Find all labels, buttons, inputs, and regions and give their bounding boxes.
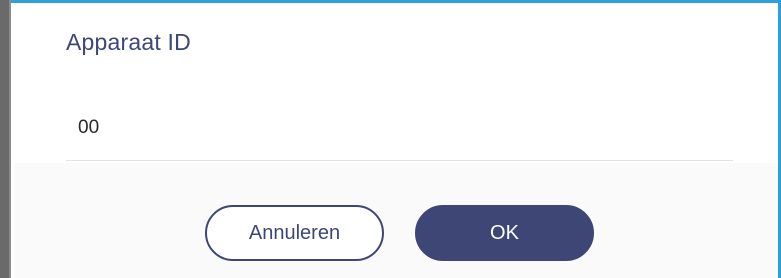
dialog-frame: Apparaat ID 00 Annuleren OK bbox=[0, 0, 781, 278]
device-id-dialog: Apparaat ID 00 Annuleren OK bbox=[14, 3, 778, 278]
device-id-field[interactable]: 00 bbox=[66, 99, 733, 161]
frame-left-edge bbox=[0, 0, 11, 278]
dialog-title: Apparaat ID bbox=[66, 29, 191, 55]
button-area bbox=[14, 163, 778, 278]
device-id-value: 00 bbox=[78, 117, 100, 138]
cancel-button[interactable]: Annuleren bbox=[205, 205, 384, 261]
ok-button[interactable]: OK bbox=[415, 205, 594, 261]
